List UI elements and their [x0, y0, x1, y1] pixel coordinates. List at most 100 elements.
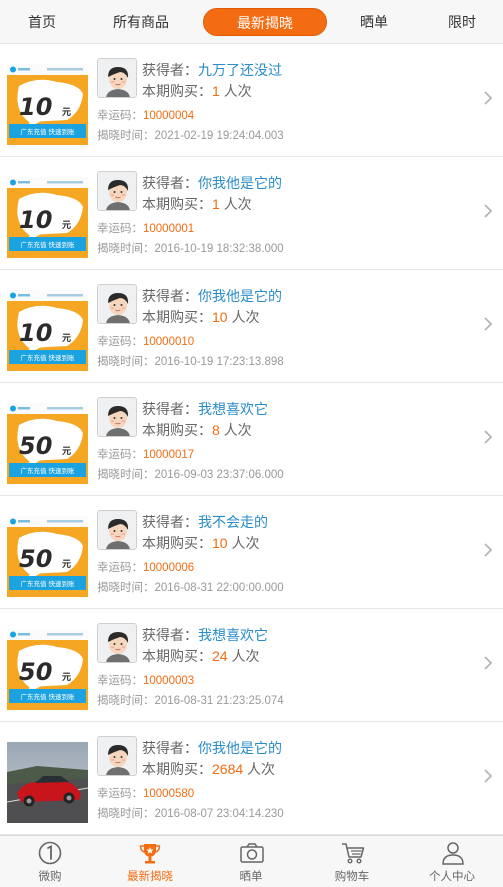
bought-line: 本期购买：2684 人次: [142, 759, 275, 779]
lucky-code-line: 幸运码：10000580: [97, 785, 194, 801]
bought-count: 8: [212, 422, 220, 438]
nav-share-orders-label: 晒单: [239, 871, 263, 883]
avatar[interactable]: [97, 284, 137, 324]
winner-name[interactable]: 我不会走的: [198, 514, 268, 530]
mobile-recharge-10-yuan-card: 10 元 广东充值 快速到账: [7, 177, 88, 258]
price-unit: 元: [62, 446, 71, 457]
bought-unit: 人次: [223, 422, 252, 438]
lucky-code: 10000580: [143, 788, 195, 800]
mobile-recharge-10-yuan-card: 10 元 广东充值 快速到账: [7, 290, 88, 371]
price-unit: 元: [62, 672, 71, 683]
tab-latest-reveal[interactable]: 最新揭晓: [203, 8, 327, 36]
price-unit: 元: [62, 559, 71, 570]
winner-label: 获得者：: [142, 514, 198, 530]
tab-share-orders[interactable]: 晒单: [344, 10, 404, 34]
product-caption: 广东充值 快速到账: [20, 240, 75, 249]
winner-line: 获得者：你我他是它的: [142, 738, 282, 758]
lucky-code: 10000010: [143, 336, 195, 348]
lucky-code-label: 幸运码：: [97, 562, 143, 574]
avatar[interactable]: [97, 623, 137, 663]
product-image: 50 元 广东充值 快速到账: [7, 629, 88, 710]
reveal-time-line: 揭晓时间：2016-08-31 21:23:25.074: [97, 692, 284, 708]
reveal-time-line: 揭晓时间：2016-10-19 17:23:13.898: [97, 353, 284, 369]
winner-name[interactable]: 你我他是它的: [198, 288, 282, 304]
lucky-code-line: 幸运码：10000006: [97, 559, 194, 575]
bought-count: 1: [212, 83, 220, 99]
bought-label: 本期购买：: [142, 422, 212, 438]
winner-name[interactable]: 九万了还没过: [198, 62, 282, 78]
winner-name[interactable]: 你我他是它的: [198, 175, 282, 191]
reveal-time: 2016-08-31 21:23:25.074: [154, 695, 284, 707]
avatar[interactable]: [97, 171, 137, 211]
price-badge: 10: [19, 206, 52, 234]
nav-cart-label: 购物车: [334, 871, 370, 883]
trophy-icon: [139, 844, 161, 864]
reveal-time-label: 揭晓时间：: [97, 356, 155, 368]
default-avatar-icon: [98, 172, 136, 210]
reveal-time-line: 揭晓时间：2016-10-19 18:32:38.000: [97, 240, 284, 256]
winner-label: 获得者：: [142, 62, 198, 78]
red-car-photo: [7, 742, 88, 823]
bought-unit: 人次: [223, 196, 252, 212]
lucky-code-line: 幸运码：10000010: [97, 333, 194, 349]
avatar[interactable]: [97, 510, 137, 550]
avatar[interactable]: [97, 736, 137, 776]
nav-profile[interactable]: 个人中心: [402, 836, 502, 887]
tab-all-products[interactable]: 所有商品: [101, 10, 181, 34]
list-item[interactable]: 50 元 广东充值 快速到账 获: [0, 496, 503, 609]
bought-label: 本期购买：: [142, 83, 212, 99]
chevron-right-icon: [484, 543, 493, 557]
nav-share-orders[interactable]: 晒单: [201, 836, 301, 887]
winner-name[interactable]: 我想喜欢它: [198, 401, 268, 417]
winner-name[interactable]: 你我他是它的: [198, 740, 282, 756]
cart-icon: [342, 843, 365, 864]
product-image: 10 元 广东充值 快速到账: [7, 64, 88, 145]
avatar[interactable]: [97, 58, 137, 98]
reveal-time-line: 揭晓时间：2021-02-19 19:24:04.003: [97, 127, 284, 143]
list-item[interactable]: 50 元 广东充值 快速到账 获: [0, 383, 503, 496]
lucky-code: 10000006: [143, 562, 195, 574]
one-coin-icon: [38, 841, 62, 865]
bought-label: 本期购买：: [142, 648, 212, 664]
list-item[interactable]: 10 元 广东充值 快速到账 获: [0, 157, 503, 270]
reveal-time-label: 揭晓时间：: [97, 695, 155, 707]
bought-line: 本期购买：8 人次: [142, 420, 252, 440]
winner-line: 获得者：我想喜欢它: [142, 399, 268, 419]
product-image: 10 元 广东充值 快速到账: [7, 290, 88, 371]
bought-line: 本期购买：10 人次: [142, 307, 259, 327]
mobile-recharge-50-yuan-card: 50 元 广东充值 快速到账: [7, 403, 88, 484]
lucky-code-label: 幸运码：: [97, 675, 143, 687]
chevron-right-icon: [484, 769, 493, 783]
list-item[interactable]: 50 元 广东充值 快速到账 获: [0, 609, 503, 722]
default-avatar-icon: [98, 59, 136, 97]
nav-cart[interactable]: 购物车: [302, 836, 402, 887]
winner-line: 获得者：你我他是它的: [142, 286, 282, 306]
product-image: [7, 742, 88, 823]
reveal-time-line: 揭晓时间：2016-08-31 22:00:00.000: [97, 579, 284, 595]
nav-weigou[interactable]: 微购: [0, 836, 100, 887]
bought-line: 本期购买：24 人次: [142, 646, 259, 666]
reveal-time-label: 揭晓时间：: [97, 582, 155, 594]
reveal-time: 2016-08-31 22:00:00.000: [154, 582, 284, 594]
winner-label: 获得者：: [142, 288, 198, 304]
reveal-time-label: 揭晓时间：: [97, 808, 155, 820]
bought-count: 10: [212, 535, 228, 551]
list-item[interactable]: 10 元 广东充值 快速到账 获: [0, 270, 503, 383]
bought-line: 本期购买：1 人次: [142, 81, 252, 101]
nav-latest-reveal[interactable]: 最新揭晓: [100, 836, 200, 887]
bought-unit: 人次: [223, 83, 252, 99]
price-badge: 50: [19, 432, 52, 460]
tab-home[interactable]: 首页: [8, 10, 76, 34]
lucky-code-line: 幸运码：10000003: [97, 672, 194, 688]
lucky-code-line: 幸运码：10000001: [97, 220, 194, 236]
list-item[interactable]: 获得者：你我他是它的 本期购买：2684 人次 幸运码：10000580 揭晓时…: [0, 722, 503, 835]
lucky-code-label: 幸运码：: [97, 110, 143, 122]
bought-label: 本期购买：: [142, 309, 212, 325]
list-item[interactable]: 10 元 广东充值 快速到账 获: [0, 44, 503, 157]
avatar[interactable]: [97, 397, 137, 437]
winner-name[interactable]: 我想喜欢它: [198, 627, 268, 643]
reveal-time: 2016-09-03 23:37:06.000: [154, 469, 284, 481]
tab-limited-time[interactable]: 限时: [432, 10, 492, 34]
reveal-time-label: 揭晓时间：: [97, 469, 155, 481]
product-caption: 广东充值 快速到账: [20, 127, 75, 136]
